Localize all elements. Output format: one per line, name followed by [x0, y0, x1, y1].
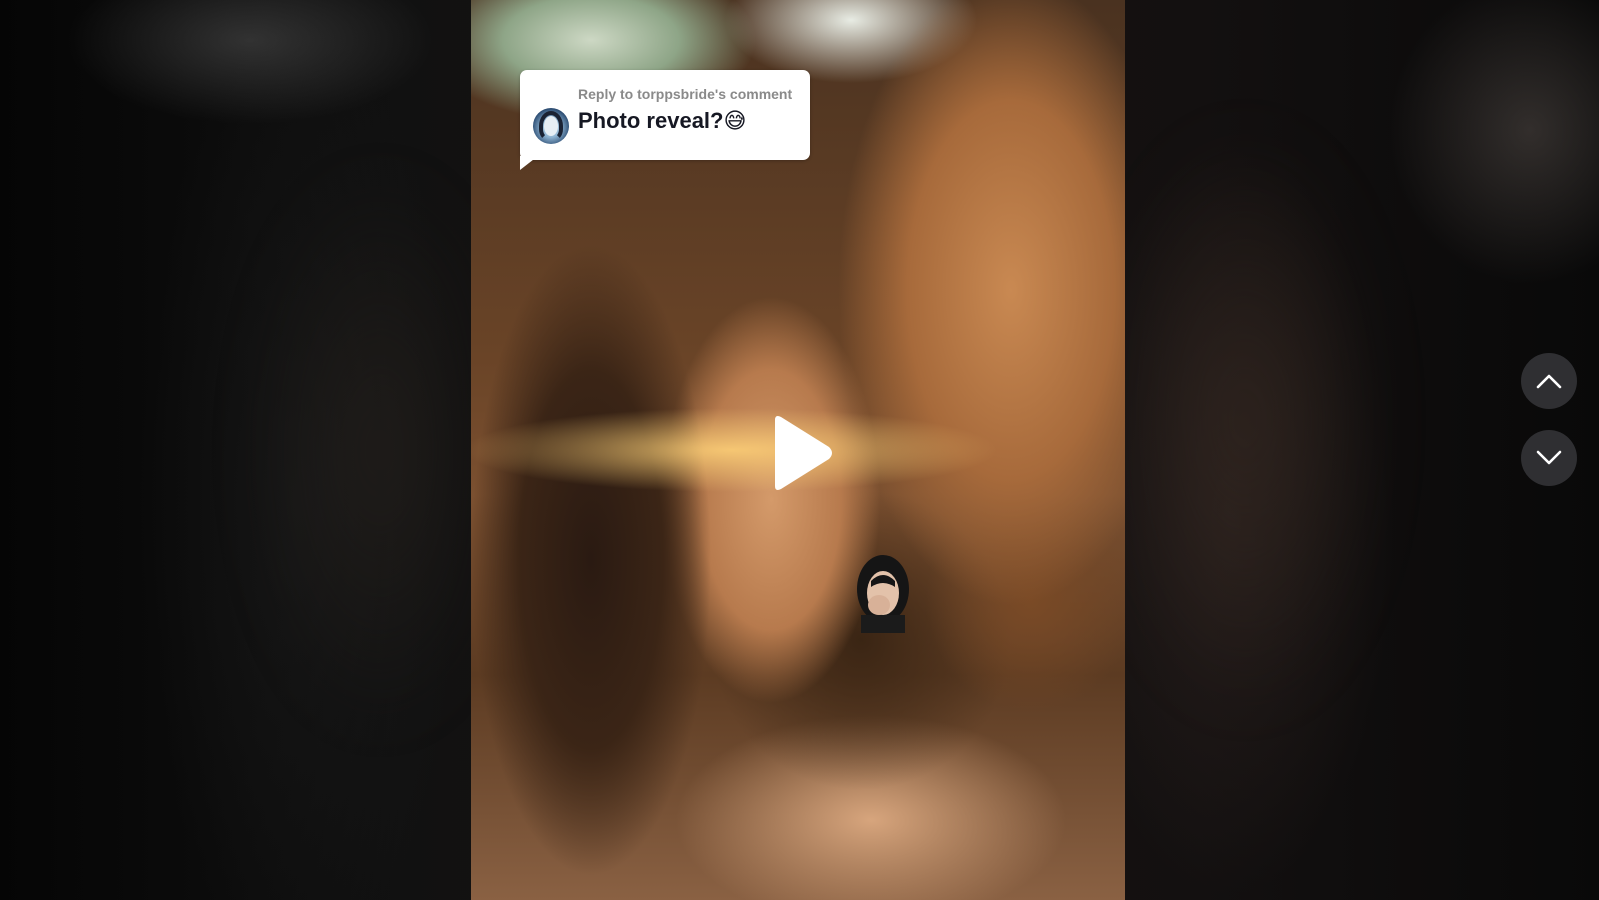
video-viewer: Reply to torppsbride's comment Photo rev…	[0, 0, 1599, 900]
play-button[interactable]	[765, 414, 835, 492]
reply-comment-text: Photo reveal?😅	[578, 108, 746, 134]
next-video-button[interactable]	[1521, 430, 1577, 486]
blurred-background-left	[0, 0, 470, 900]
play-icon	[775, 416, 832, 490]
reply-label: Reply to torppsbride's comment	[578, 86, 793, 102]
chevron-up-icon	[1536, 374, 1562, 389]
video-player[interactable]: Reply to torppsbride's comment Photo rev…	[471, 0, 1125, 900]
comment-reply-sticker: Reply to torppsbride's comment Photo rev…	[520, 70, 810, 170]
comment-text: Photo reveal?	[578, 108, 724, 133]
previous-video-button[interactable]	[1521, 353, 1577, 409]
user-avatar	[533, 108, 569, 144]
comment-emoji: 😅	[723, 108, 747, 133]
chevron-down-icon	[1536, 450, 1562, 465]
creator-greenscreen-overlay	[847, 553, 919, 633]
sticker-tail	[520, 156, 538, 170]
